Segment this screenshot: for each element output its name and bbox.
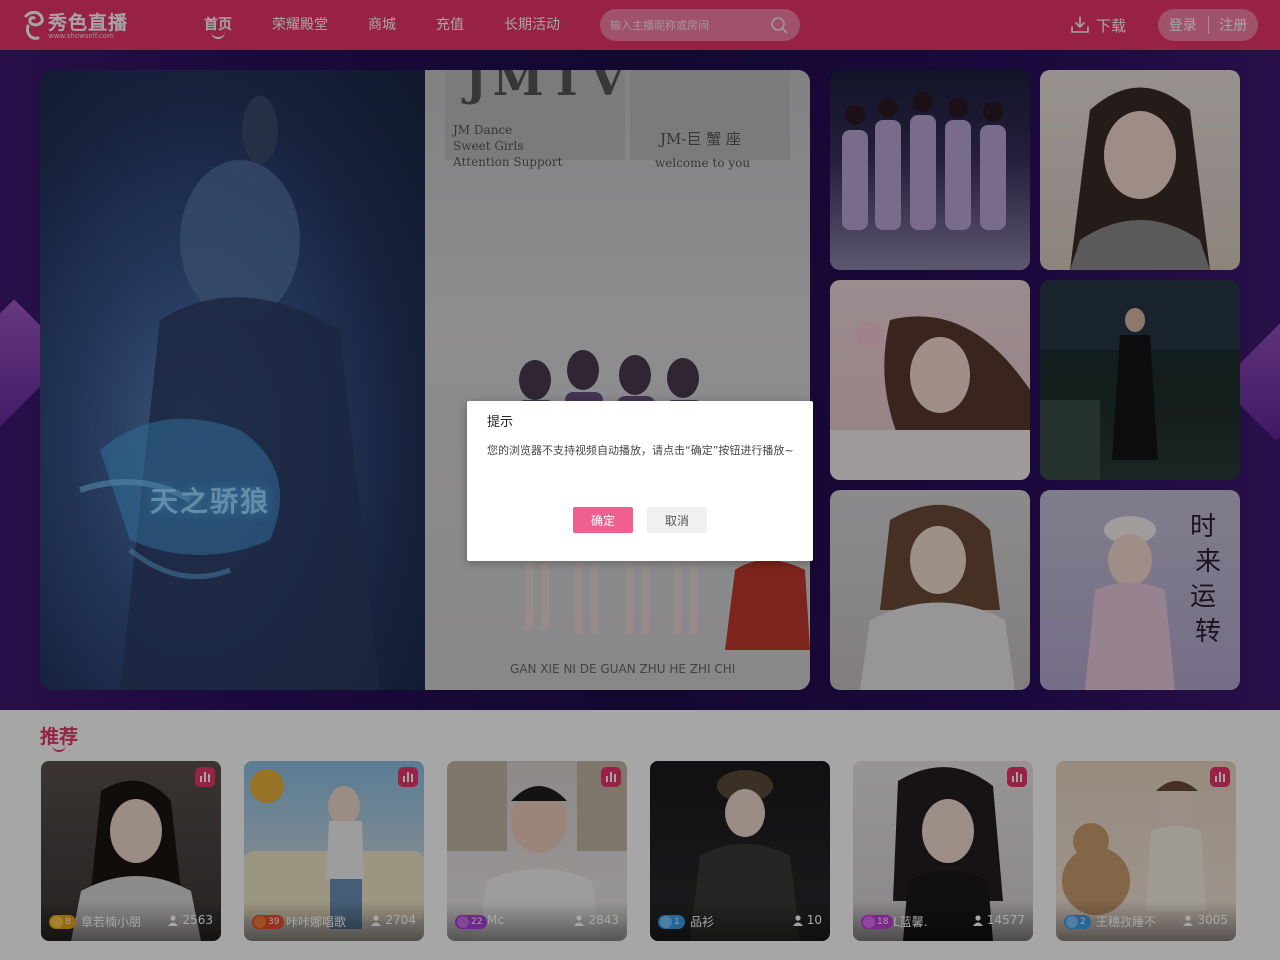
dialog-message: 您的浏览器不支持视频自动播放，请点击“确定”按钮进行播放~ (487, 444, 794, 457)
cancel-button[interactable]: 取消 (647, 507, 707, 533)
confirm-button[interactable]: 确定 (573, 507, 633, 533)
autoplay-dialog: 提示 您的浏览器不支持视频自动播放，请点击“确定”按钮进行播放~ 确定 取消 (467, 401, 813, 561)
dialog-title: 提示 (487, 415, 514, 430)
